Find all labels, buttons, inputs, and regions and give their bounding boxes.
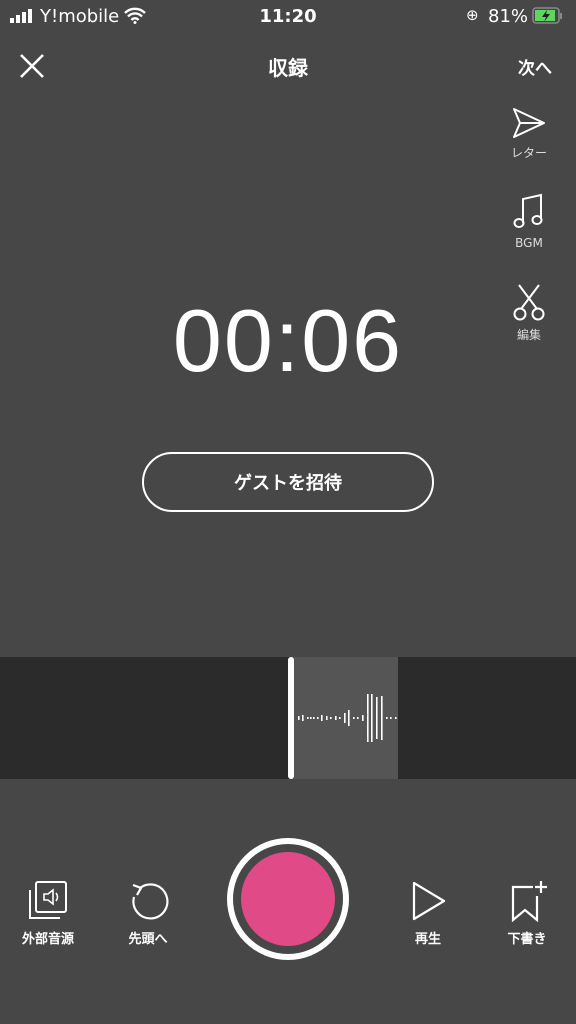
waveform-bar	[317, 717, 319, 719]
rewind-label: 先頭へ	[128, 932, 168, 947]
waveform-bar	[348, 710, 350, 726]
invite-guest-button[interactable]: ゲストを招待	[142, 452, 434, 512]
play-button[interactable]: 再生	[388, 880, 468, 947]
waveform-bar	[298, 716, 300, 720]
waveform-bar	[376, 697, 378, 739]
bookmark-add-icon	[511, 881, 547, 922]
letter-button[interactable]: レター	[499, 106, 559, 161]
external-audio-button[interactable]: 外部音源	[8, 880, 88, 947]
rewind-button[interactable]: 先頭へ	[108, 880, 188, 947]
bgm-label: BGM	[515, 236, 543, 250]
record-button[interactable]	[227, 838, 349, 960]
waveform-bar	[307, 717, 309, 719]
waveform-bar	[313, 717, 315, 719]
waveform-bar	[395, 717, 397, 719]
waveform-bar	[326, 716, 328, 720]
battery-percent: 81%	[488, 6, 529, 27]
draft-label: 下書き	[507, 932, 547, 947]
music-note-icon	[513, 193, 543, 228]
letter-label: レター	[510, 146, 547, 160]
playhead[interactable]	[288, 657, 294, 779]
waveform-bar	[390, 717, 392, 719]
waveform-bar	[367, 694, 369, 742]
waveform-bar	[362, 715, 364, 721]
waveform-bar	[386, 717, 388, 719]
rewind-icon	[132, 883, 169, 920]
recording-timer: 00:06	[172, 291, 404, 390]
play-icon	[412, 881, 446, 921]
waveform-bar	[371, 694, 373, 742]
waveform-track[interactable]	[0, 657, 576, 779]
waveform-bar	[310, 717, 312, 719]
send-icon	[513, 108, 545, 138]
next-button[interactable]: 次へ	[518, 54, 552, 79]
waveform-bar	[339, 717, 341, 719]
record-indicator	[241, 852, 335, 946]
rotation-lock-icon: ⊕	[466, 6, 479, 24]
external-audio-icon	[29, 881, 67, 919]
bgm-button[interactable]: BGM	[499, 192, 559, 250]
waveform-bar	[353, 717, 355, 719]
waveform-bar	[344, 713, 346, 723]
waveform-bar	[335, 716, 337, 720]
battery-charging-icon	[532, 7, 562, 24]
play-label: 再生	[414, 932, 441, 947]
waveform-bar	[302, 715, 304, 721]
page-title: 収録	[268, 56, 308, 80]
external-audio-label: 外部音源	[21, 932, 74, 947]
draft-button[interactable]: 下書き	[487, 880, 567, 947]
waveform-bar	[381, 696, 383, 740]
waveform-bar	[321, 715, 323, 721]
status-bar: Y!mobile 11:20 ⊕ 81%	[0, 0, 576, 34]
waveform-bar	[330, 717, 332, 719]
waveform-bar	[357, 717, 359, 719]
